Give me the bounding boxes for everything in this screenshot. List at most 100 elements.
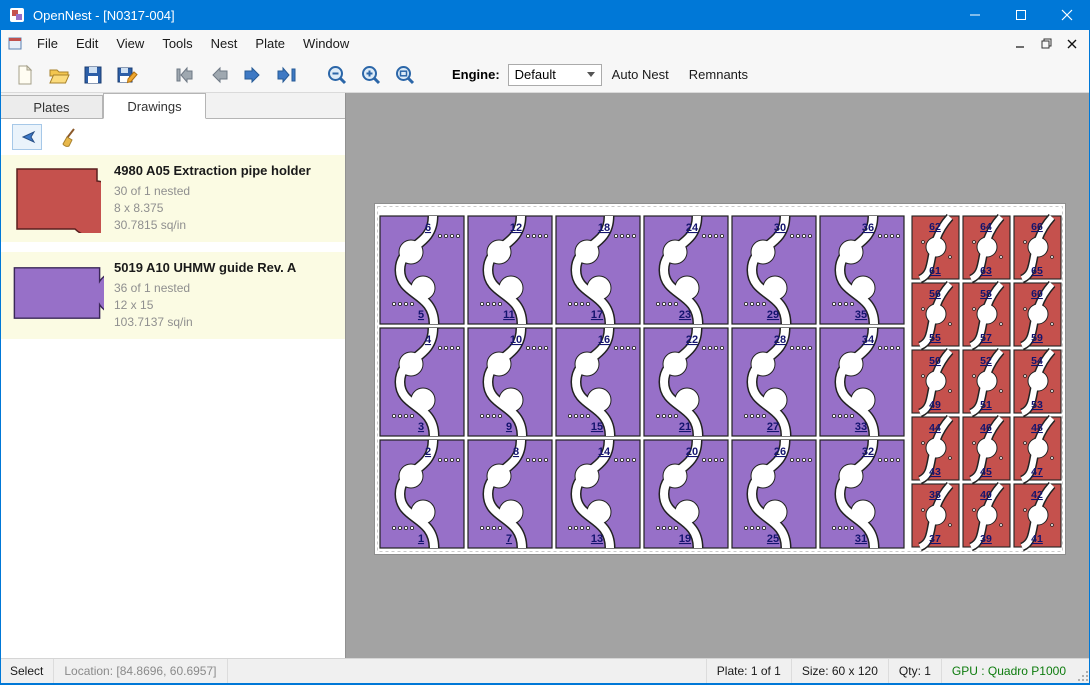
- plate[interactable]: 6512111817242330293635431091615222128273…: [374, 203, 1066, 555]
- next-plate-button[interactable]: [236, 60, 270, 90]
- zoom-fit-icon: [394, 64, 416, 86]
- nest-part-pair-red[interactable]: 5857: [963, 283, 1010, 346]
- nest-part-pair-purple[interactable]: 21: [380, 440, 464, 548]
- menu-window[interactable]: Window: [294, 31, 358, 56]
- menu-edit[interactable]: Edit: [67, 31, 107, 56]
- tab-plates[interactable]: Plates: [0, 95, 103, 118]
- new-file-icon: [14, 64, 36, 86]
- mdi-close-icon: [1067, 39, 1077, 49]
- part-number: 11: [503, 309, 515, 321]
- last-plate-button[interactable]: [270, 60, 304, 90]
- nest-canvas[interactable]: 6512111817242330293635431091615222128273…: [346, 93, 1090, 658]
- part-number: 17: [591, 309, 603, 321]
- menu-plate[interactable]: Plate: [246, 31, 294, 56]
- nest-part-pair-red[interactable]: 3837: [912, 484, 959, 547]
- part-number: 34: [862, 334, 875, 346]
- part-number: 7: [506, 533, 512, 545]
- part-number: 9: [506, 421, 512, 433]
- statusbar: Select Location: [84.8696, 60.6957] Plat…: [0, 658, 1090, 683]
- first-plate-button[interactable]: [168, 60, 202, 90]
- window-maximize-button[interactable]: [998, 0, 1044, 30]
- tab-drawings[interactable]: Drawings: [103, 93, 206, 119]
- part-number: 25: [767, 533, 779, 545]
- last-arrow-icon: [275, 64, 299, 86]
- save-icon: [82, 64, 104, 86]
- nest-part-pair-red[interactable]: 5049: [912, 350, 959, 413]
- nest-part-pair-red[interactable]: 5655: [912, 283, 959, 346]
- nest-part-pair-purple[interactable]: 1817: [556, 216, 640, 324]
- nest-svg[interactable]: 6512111817242330293635431091615222128273…: [375, 204, 1065, 554]
- drawing-area: 103.7137 sq/in: [114, 314, 296, 331]
- part-number: 49: [929, 399, 941, 411]
- part-number: 1: [418, 533, 424, 545]
- mdi-restore-button[interactable]: [1036, 35, 1056, 53]
- nest-part-pair-red[interactable]: 4645: [963, 417, 1010, 480]
- open-button[interactable]: [42, 60, 76, 90]
- nest-part-pair-red[interactable]: 6059: [1014, 283, 1061, 346]
- menu-nest[interactable]: Nest: [202, 31, 247, 56]
- part-number: 24: [686, 222, 699, 234]
- zoom-in-button[interactable]: [354, 60, 388, 90]
- first-arrow-icon: [173, 64, 197, 86]
- part-number: 41: [1031, 533, 1043, 545]
- nest-part-pair-red[interactable]: 6261: [912, 216, 959, 279]
- nest-part-pair-purple[interactable]: 2019: [644, 440, 728, 548]
- list-item-drawing-1[interactable]: 4980 A05 Extraction pipe holder 30 of 1 …: [0, 155, 345, 242]
- back-arrow-icon: [17, 128, 37, 146]
- previous-plate-button[interactable]: [202, 60, 236, 90]
- list-item-drawing-2[interactable]: 5019 A10 UHMW guide Rev. A 36 of 1 neste…: [0, 252, 345, 339]
- nest-part-pair-red[interactable]: 4039: [963, 484, 1010, 547]
- part-number: 19: [679, 533, 691, 545]
- window-minimize-button[interactable]: [952, 0, 998, 30]
- nest-part-pair-red[interactable]: 5453: [1014, 350, 1061, 413]
- save-as-button[interactable]: [110, 60, 144, 90]
- auto-nest-button[interactable]: Auto Nest: [602, 61, 679, 88]
- zoom-in-icon: [360, 64, 382, 86]
- new-button[interactable]: [8, 60, 42, 90]
- clear-button[interactable]: [54, 124, 84, 150]
- nest-part-pair-purple[interactable]: 65: [380, 216, 464, 324]
- nest-part-pair-purple[interactable]: 43: [380, 328, 464, 436]
- zoom-out-button[interactable]: [320, 60, 354, 90]
- nest-part-pair-purple[interactable]: 2827: [732, 328, 816, 436]
- menu-view[interactable]: View: [107, 31, 153, 56]
- nest-part-pair-purple[interactable]: 10 9: [468, 328, 552, 436]
- nest-part-pair-red[interactable]: 6463: [963, 216, 1010, 279]
- status-qty: Qty: 1: [888, 659, 941, 683]
- nest-part-pair-purple[interactable]: 87: [468, 440, 552, 548]
- nest-part-pair-red[interactable]: 4443: [912, 417, 959, 480]
- nest-part-pair-red[interactable]: 52 51: [963, 350, 1010, 413]
- part-number: 22: [686, 334, 698, 346]
- menu-file[interactable]: File: [28, 31, 67, 56]
- nest-part-pair-purple[interactable]: 3029: [732, 216, 816, 324]
- nest-part-pair-purple[interactable]: 2221: [644, 328, 728, 436]
- nest-part-pair-purple[interactable]: 3635: [820, 216, 904, 324]
- nest-part-pair-purple[interactable]: 24 23: [644, 216, 728, 324]
- nest-part-pair-red[interactable]: 6665: [1014, 216, 1061, 279]
- nest-part-pair-purple[interactable]: 1211: [468, 216, 552, 324]
- nest-part-pair-purple[interactable]: 1615: [556, 328, 640, 436]
- back-button[interactable]: [12, 124, 42, 150]
- mdi-minimize-button[interactable]: [1010, 35, 1030, 53]
- part-number: 61: [929, 265, 941, 277]
- nest-part-pair-purple[interactable]: 3433: [820, 328, 904, 436]
- nest-part-pair-purple[interactable]: 3231: [820, 440, 904, 548]
- window-close-button[interactable]: [1044, 0, 1090, 30]
- resize-grip-icon[interactable]: [1076, 659, 1090, 683]
- part-number: 23: [679, 309, 691, 321]
- part-number: 51: [980, 399, 992, 411]
- close-icon: [1061, 9, 1073, 21]
- save-button[interactable]: [76, 60, 110, 90]
- nest-part-pair-red[interactable]: 4241: [1014, 484, 1061, 547]
- remnants-button[interactable]: Remnants: [679, 61, 758, 88]
- mdi-close-button[interactable]: [1062, 35, 1082, 53]
- part-number: 52: [980, 355, 992, 367]
- engine-select[interactable]: Default: [508, 64, 602, 86]
- nest-part-pair-red[interactable]: 4847: [1014, 417, 1061, 480]
- menu-tools[interactable]: Tools: [153, 31, 201, 56]
- nest-part-pair-purple[interactable]: 2625: [732, 440, 816, 548]
- part-number: 10: [510, 334, 522, 346]
- status-mode: Select: [0, 659, 54, 683]
- nest-part-pair-purple[interactable]: 1413: [556, 440, 640, 548]
- zoom-fit-button[interactable]: [388, 60, 422, 90]
